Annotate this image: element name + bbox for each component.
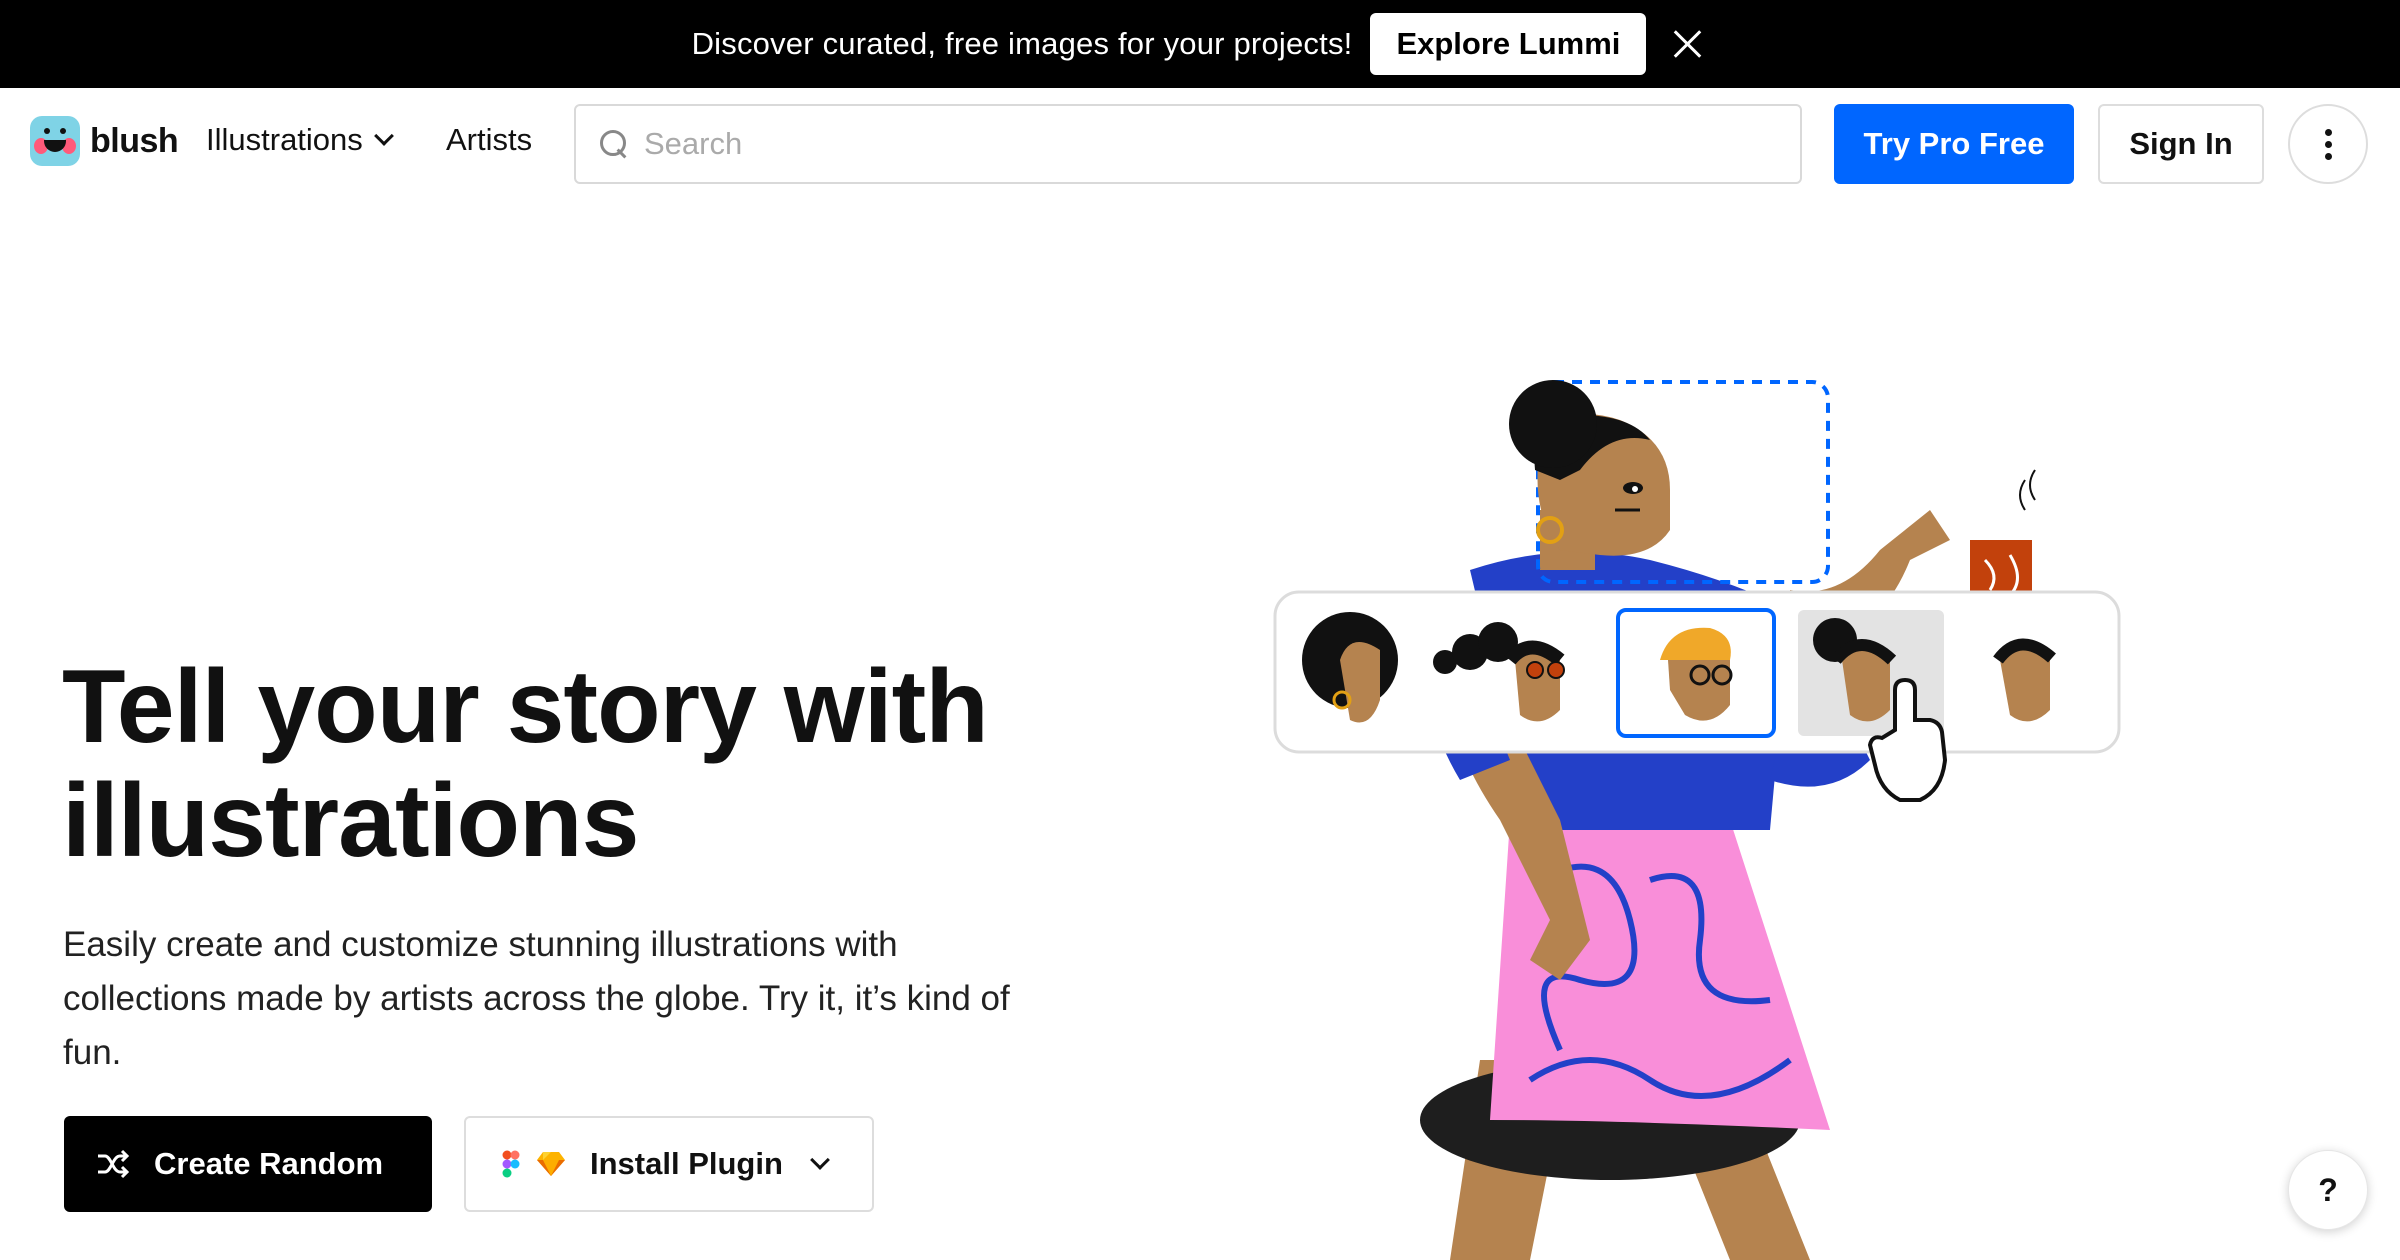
announcement-bar: Discover curated, free images for your p… — [0, 0, 2400, 88]
illustrations-menu[interactable]: Illustrations — [206, 122, 394, 158]
shuffle-icon — [98, 1149, 130, 1179]
figma-icon — [502, 1150, 520, 1178]
hero-title: Tell your story with illustrations — [62, 649, 989, 879]
hero-illustration — [1273, 380, 2121, 1260]
sketch-icon — [537, 1152, 565, 1176]
create-random-button[interactable]: Create Random — [64, 1116, 432, 1212]
install-plugin-button[interactable]: Install Plugin — [464, 1116, 874, 1212]
chevron-down-icon — [373, 126, 394, 146]
more-vertical-icon[interactable] — [2288, 104, 2368, 184]
search-icon — [598, 128, 630, 160]
hero-subtitle: Easily create and customize stunning ill… — [63, 925, 1010, 1072]
announcement-text: Discover curated, free images for your p… — [691, 26, 1353, 61]
illustrations-label: Illustrations — [206, 122, 363, 157]
chevron-down-icon — [810, 1150, 830, 1170]
close-icon[interactable] — [1668, 24, 1708, 64]
blush-logo[interactable]: blush — [30, 116, 179, 166]
search-input[interactable] — [644, 126, 1744, 162]
install-plugin-label: Install Plugin — [590, 1146, 783, 1181]
logo-text: blush — [90, 121, 179, 160]
artists-link[interactable]: Artists — [446, 122, 532, 158]
top-navigation: blush Illustrations Artists Try Pro Free… — [0, 88, 2400, 198]
help-button[interactable]: ? — [2288, 1150, 2368, 1230]
blush-logo-icon — [30, 116, 80, 166]
sign-in-button[interactable]: Sign In — [2098, 104, 2264, 184]
create-random-label: Create Random — [154, 1146, 384, 1181]
search-bar[interactable] — [574, 104, 1802, 184]
explore-lummi-button[interactable]: Explore Lummi — [1370, 13, 1647, 75]
try-pro-free-button[interactable]: Try Pro Free — [1834, 104, 2074, 184]
